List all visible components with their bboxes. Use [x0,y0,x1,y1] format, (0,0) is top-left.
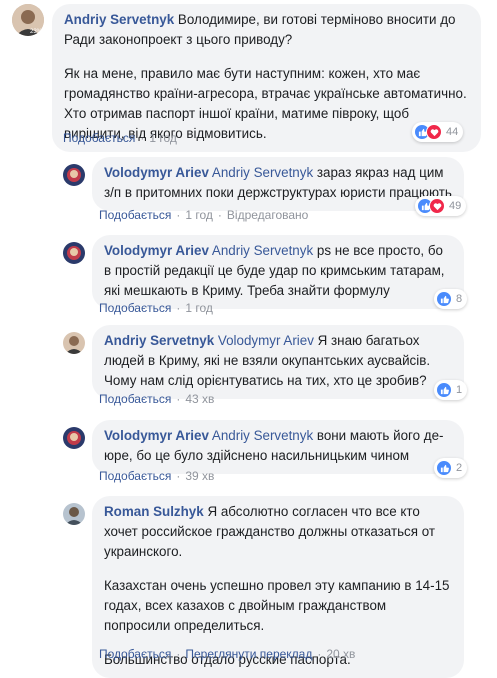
comment-bubble: Andriy Servetnyk Volodymyr Ariev Я знаю … [92,325,464,399]
comment-actions: Подобається · 43 хв [99,392,215,406]
reactions-summary[interactable]: 1 [434,380,468,400]
timestamp[interactable]: 43 хв [185,392,214,406]
reply: Volodymyr Ariev Andriy Servetnyk вони ма… [63,420,464,474]
comment-author[interactable]: Roman Sulzhyk [104,504,204,519]
like-link[interactable]: Подобається [99,392,171,406]
reactions-summary[interactable]: 44 [412,122,464,142]
like-icon [436,291,452,307]
comment-actions: Подобається · 1 год [63,131,177,145]
reaction-count: 2 [456,462,463,474]
avatar[interactable] [63,503,85,525]
like-link[interactable]: Подобається [99,469,171,483]
comment-actions: Подобається · 1 год · Відредаговано [99,208,309,222]
avatar[interactable]: 23% [12,4,44,36]
timestamp[interactable]: 1 год [185,301,213,315]
comment-bubble: Volodymyr Ariev Andriy Servetnyk зараз я… [92,157,464,211]
reply: Andriy Servetnyk Volodymyr Ariev Я знаю … [63,325,464,399]
timestamp[interactable]: 20 хв [326,647,355,661]
comment: 23% Andriy Servetnyk Володимире, ви гото… [12,4,481,152]
mention-link[interactable]: Andriy Servetnyk [212,165,313,180]
mention-link[interactable]: Volodymyr Ariev [218,333,314,348]
reactions-summary[interactable]: 49 [415,196,467,216]
comment-bubble: Volodymyr Ariev Andriy Servetnyk вони ма… [92,420,464,474]
mention-link[interactable]: Andriy Servetnyk [212,243,313,258]
like-link[interactable]: Подобається [63,131,135,145]
like-icon [436,382,452,398]
avatar[interactable] [63,164,85,186]
comment-author[interactable]: Volodymyr Ariev [104,428,209,443]
like-link[interactable]: Подобається [99,647,171,661]
timestamp[interactable]: 1 год [185,208,213,222]
comment-actions: Подобається · 39 хв [99,469,215,483]
see-translation-link[interactable]: Переглянути переклад [185,647,312,661]
comment-author[interactable]: Andriy Servetnyk [104,333,214,348]
like-link[interactable]: Подобається [99,301,171,315]
mention-link[interactable]: Andriy Servetnyk [212,428,313,443]
comment-bubble: Volodymyr Ariev Andriy Servetnyk ps не в… [92,235,464,309]
reply: Volodymyr Ariev Andriy Servetnyk ps не в… [63,235,464,309]
reaction-count: 44 [446,126,459,138]
reaction-count: 49 [449,200,462,212]
avatar[interactable] [63,427,85,449]
reactions-summary[interactable]: 2 [434,458,468,478]
reaction-count: 1 [456,384,463,396]
reaction-count: 8 [456,293,463,305]
avatar[interactable] [63,242,85,264]
timestamp[interactable]: 39 хв [185,469,214,483]
like-icon [436,460,452,476]
like-link[interactable]: Подобається [99,208,171,222]
comment-actions: Подобається · 1 год [99,301,213,315]
love-icon [426,124,442,140]
avatar[interactable] [63,332,85,354]
comment-author[interactable]: Andriy Servetnyk [64,12,174,27]
svg-text:23%: 23% [30,29,43,35]
edited-label[interactable]: Відредаговано [227,208,308,222]
comment-author[interactable]: Volodymyr Ariev [104,243,209,258]
love-icon [429,198,445,214]
timestamp[interactable]: 1 год [149,131,177,145]
comment-text: Казахстан очень успешно провел эту кампа… [104,578,450,633]
comment-author[interactable]: Volodymyr Ariev [104,165,209,180]
comment-actions: Подобається · Переглянути переклад · 20 хв [99,647,356,661]
reactions-summary[interactable]: 8 [434,289,468,309]
reply: Volodymyr Ariev Andriy Servetnyk зараз я… [63,157,464,211]
